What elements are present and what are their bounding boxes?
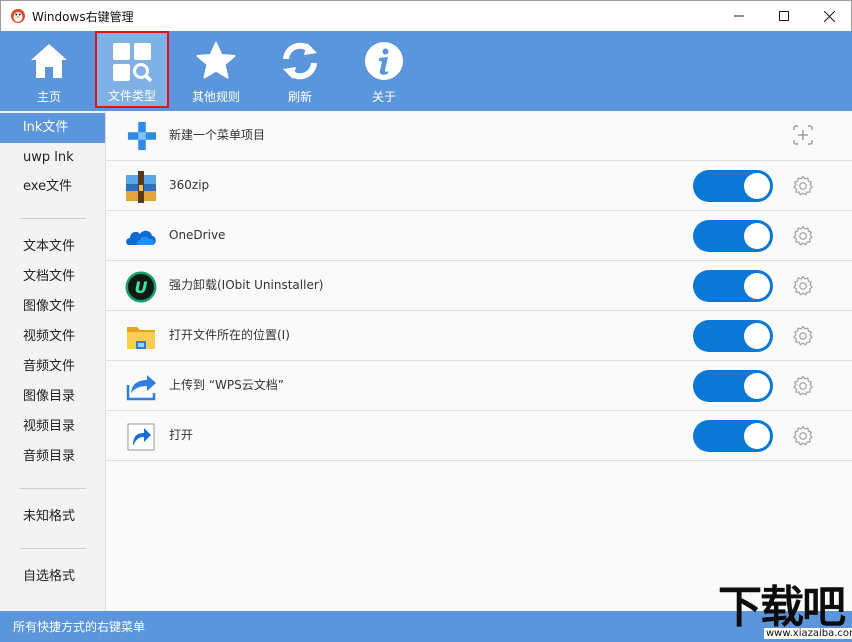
menu-item-label: 打开文件所在的位置(I) (169, 311, 290, 359)
toolbar-home-label: 主页 (37, 88, 61, 105)
sidebar-item-audio-dir[interactable]: 音频目录 (0, 442, 105, 472)
maximize-button[interactable] (761, 1, 807, 31)
settings-gear-icon[interactable] (792, 225, 814, 247)
enable-toggle[interactable] (693, 370, 773, 402)
toolbar-other-rules-label: 其他规则 (192, 88, 240, 105)
enable-toggle[interactable] (693, 270, 773, 302)
toggle-knob (744, 373, 770, 399)
upload-share-icon (125, 371, 157, 403)
watermark-url: www.xiazaiba.com (764, 628, 852, 639)
enable-toggle[interactable] (693, 420, 773, 452)
add-plus-icon (127, 121, 157, 151)
menu-item-row: U 强力卸载(IObit Uninstaller) (106, 261, 852, 311)
sidebar-item-audio[interactable]: 音频文件 (0, 352, 105, 382)
minimize-icon (734, 11, 744, 21)
shortcut-arrow-icon (125, 421, 157, 453)
info-icon (364, 41, 404, 81)
toggle-knob (744, 173, 770, 199)
enable-toggle[interactable] (693, 170, 773, 202)
close-button[interactable] (806, 1, 852, 31)
sidebar-item-uwp-lnk[interactable]: uwp lnk (0, 143, 105, 173)
menu-item-row: 打开文件所在的位置(I) (106, 311, 852, 361)
home-icon (29, 42, 69, 80)
new-menu-item-row[interactable]: 新建一个菜单项目 (106, 111, 852, 161)
close-icon (824, 11, 835, 22)
toolbar-refresh-label: 刷新 (288, 88, 312, 105)
menu-item-row: 打开 (106, 411, 852, 461)
menu-item-row: 上传到 “WPS云文档” (106, 361, 852, 411)
toolbar-home-button[interactable]: 主页 (21, 31, 77, 111)
sidebar-divider (20, 488, 86, 489)
settings-gear-icon[interactable] (792, 275, 814, 297)
sidebar-divider (20, 218, 86, 219)
sidebar-item-unknown[interactable]: 未知格式 (0, 502, 105, 532)
main-toolbar: 主页 文件类型 其他规则 (0, 31, 852, 111)
sidebar-item-document[interactable]: 文档文件 (0, 262, 105, 292)
enable-toggle[interactable] (693, 220, 773, 252)
settings-gear-icon[interactable] (792, 375, 814, 397)
app-logo-icon (10, 8, 26, 24)
star-icon (196, 42, 236, 80)
site-watermark: 下载吧 www.xiazaiba.com (714, 582, 852, 642)
sidebar-item-custom[interactable]: 自选格式 (0, 562, 105, 592)
toolbar-other-rules-button[interactable]: 其他规则 (184, 31, 248, 111)
sidebar-item-exe[interactable]: exe文件 (0, 172, 105, 202)
maximize-icon (779, 11, 789, 21)
window-title: Windows右键管理 (32, 8, 134, 25)
toolbar-about-label: 关于 (372, 88, 396, 105)
menu-item-row: OneDrive (106, 211, 852, 261)
watermark-logo-text: 下载吧 (718, 582, 844, 634)
sidebar-item-video[interactable]: 视频文件 (0, 322, 105, 352)
menu-item-row: 360zip (106, 161, 852, 211)
svg-text:U: U (135, 278, 148, 297)
add-item-icon[interactable] (792, 124, 814, 146)
new-menu-item-label: 新建一个菜单项目 (169, 111, 265, 159)
sidebar-divider (20, 548, 86, 549)
toolbar-about-button[interactable]: 关于 (356, 31, 412, 111)
toggle-knob (744, 223, 770, 249)
toolbar-filetype-button[interactable]: 文件类型 (95, 31, 169, 108)
sidebar-item-image[interactable]: 图像文件 (0, 292, 105, 322)
title-bar: Windows右键管理 (0, 0, 852, 31)
winrar-archive-icon (125, 171, 157, 203)
folder-icon (125, 321, 157, 353)
sidebar-item-video-dir[interactable]: 视频目录 (0, 412, 105, 442)
toggle-knob (744, 273, 770, 299)
menu-item-label: 强力卸载(IObit Uninstaller) (169, 261, 323, 309)
iobit-uninstaller-icon: U (125, 271, 157, 303)
enable-toggle[interactable] (693, 320, 773, 352)
sidebar-item-text[interactable]: 文本文件 (0, 232, 105, 262)
settings-gear-icon[interactable] (792, 175, 814, 197)
onedrive-cloud-icon (125, 221, 157, 253)
menu-item-label: 360zip (169, 161, 209, 209)
menu-item-label: OneDrive (169, 211, 225, 259)
sidebar-item-image-dir[interactable]: 图像目录 (0, 382, 105, 412)
toggle-knob (744, 423, 770, 449)
toolbar-refresh-button[interactable]: 刷新 (272, 31, 328, 111)
menu-item-label: 上传到 “WPS云文档” (169, 361, 284, 409)
refresh-icon (280, 41, 320, 81)
file-type-icon (112, 42, 152, 82)
menu-item-list: 新建一个菜单项目 360zip OneDrive (106, 111, 852, 611)
minimize-button[interactable] (716, 1, 762, 31)
sidebar-item-lnk[interactable]: lnk文件 (0, 113, 105, 143)
settings-gear-icon[interactable] (792, 425, 814, 447)
file-type-sidebar: lnk文件 uwp lnk exe文件 文本文件 文档文件 图像文件 视频文件 … (0, 111, 106, 611)
settings-gear-icon[interactable] (792, 325, 814, 347)
toolbar-filetype-label: 文件类型 (108, 87, 156, 104)
menu-item-label: 打开 (169, 411, 193, 459)
status-text: 所有快捷方式的右键菜单 (13, 618, 145, 635)
toggle-knob (744, 323, 770, 349)
